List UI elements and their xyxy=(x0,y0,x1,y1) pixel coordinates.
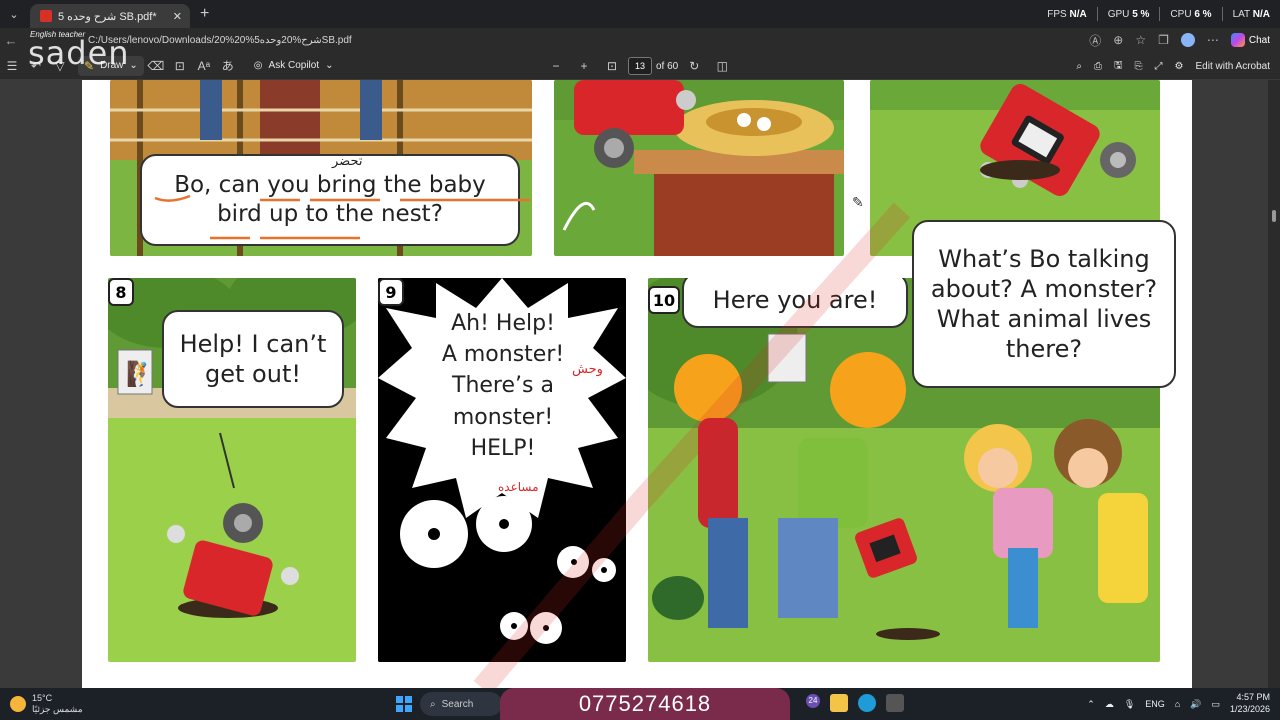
pen-icon: ✎ xyxy=(84,58,95,73)
copilot-chat-button[interactable]: Chat xyxy=(1230,33,1270,47)
panel-number-8: 8 xyxy=(108,278,134,306)
file-explorer-icon[interactable] xyxy=(830,694,848,712)
reader-icon[interactable]: Ⓐ xyxy=(1089,32,1101,49)
draw-button[interactable]: ✎ Draw ⌄ xyxy=(78,55,144,76)
edit-with-acrobat-button[interactable]: Edit with Acrobat xyxy=(1196,61,1270,72)
save-icon[interactable]: 🖫 xyxy=(1114,58,1123,75)
tab-list-dropdown-icon[interactable]: ⌄ xyxy=(0,0,28,28)
page-total: of 60 xyxy=(656,60,679,72)
fullscreen-icon[interactable]: ⤢ xyxy=(1155,61,1163,72)
search-icon: ⌕ xyxy=(430,698,436,710)
translate-icon[interactable]: あ xyxy=(216,57,240,74)
copilot-icon xyxy=(1230,33,1245,47)
chevron-down-icon: ⌄ xyxy=(325,60,334,71)
browser-tab-strip: ⌄ شرح وحده 5 SB.pdf* ✕ + FPS N/A GPU 5 %… xyxy=(0,0,1280,28)
collections-icon[interactable]: ❐ xyxy=(1158,33,1169,47)
print-icon[interactable]: ⎙ xyxy=(1094,61,1102,72)
avatar[interactable] xyxy=(1180,33,1195,47)
panel-number-9: 9 xyxy=(378,278,404,306)
taskbar-search[interactable]: ⌕ Search xyxy=(420,692,502,716)
onedrive-icon[interactable]: ☁ xyxy=(1105,699,1114,710)
pdf-viewport[interactable]: Bo, can you bring the baby bird up to th… xyxy=(0,80,1280,688)
battery-icon[interactable]: ▭ xyxy=(1211,699,1220,710)
windows-start-icon[interactable] xyxy=(396,696,412,712)
fit-page-icon[interactable]: ⊡ xyxy=(600,59,624,73)
pdf-icon xyxy=(40,10,52,22)
zoom-out-icon[interactable]: − xyxy=(544,59,568,73)
tray-chevron-icon[interactable]: ⌃ xyxy=(1087,699,1095,710)
pdf-page: Bo, can you bring the baby bird up to th… xyxy=(82,80,1192,688)
weather-text: مشمس جزئيًا xyxy=(32,704,83,714)
undo-icon[interactable]: ↶ xyxy=(24,59,48,73)
underline-marks xyxy=(154,194,530,240)
language-indicator[interactable]: ENG xyxy=(1145,699,1165,709)
settings-icon[interactable]: ⚙ xyxy=(1175,61,1184,72)
weather-sun-icon xyxy=(10,696,26,712)
svg-text:🧗: 🧗 xyxy=(126,360,156,388)
new-tab-icon[interactable]: + xyxy=(200,5,209,23)
rotate-icon[interactable]: ↻ xyxy=(682,59,706,73)
edge-icon[interactable] xyxy=(858,694,876,712)
arabic-note-monster: وحش xyxy=(572,362,603,377)
zoom-icon[interactable]: ⊕ xyxy=(1113,33,1123,47)
url-field[interactable]: C:/Users/lenovo/Downloads/20%شرح%20وحده5… xyxy=(88,35,352,46)
notification-badge-icon[interactable]: 24 xyxy=(806,694,820,708)
pen-cursor-icon: ✎ xyxy=(852,194,864,210)
comic-panel-7b xyxy=(554,80,844,256)
chevron-down-icon: ⌄ xyxy=(129,60,138,71)
page-number-input[interactable]: 13 xyxy=(628,57,652,75)
tab-title: شرح وحده 5 SB.pdf* xyxy=(58,10,157,23)
search-icon[interactable]: ⌕ xyxy=(1076,61,1082,72)
starburst-text: Ah! Help! A monster! There’s a monster! … xyxy=(441,311,565,461)
speech-bubble-here-you-are: Here you are! xyxy=(682,278,908,328)
contents-icon[interactable]: ☰ xyxy=(0,59,24,73)
panel-number-10: 10 xyxy=(648,286,680,314)
volume-icon[interactable]: 🔊 xyxy=(1190,699,1201,710)
network-icon[interactable]: ⌂ xyxy=(1175,699,1180,709)
temperature: 15°C xyxy=(32,693,53,704)
system-tray: ⌃ ☁ 🎙 ENG ⌂ 🔊 ▭ 4:57 PM 1/23/2026 xyxy=(1087,688,1270,720)
save-as-icon[interactable]: ⎘ xyxy=(1135,61,1143,72)
clock[interactable]: 4:57 PM 1/23/2026 xyxy=(1230,692,1270,715)
favorite-icon[interactable]: ☆ xyxy=(1135,33,1146,47)
weather-widget[interactable]: 15°C مشمس جزئيًا xyxy=(10,693,83,715)
comic-panel-7: Bo, can you bring the baby bird up to th… xyxy=(110,80,532,256)
comic-panel-9: Ah! Help! A monster! There’s a monster! … xyxy=(378,278,626,662)
erase-icon[interactable]: ⌫ xyxy=(144,59,168,73)
windows-taskbar: 15°C مشمس جزئيًا ⌕ Search 0775274618 24 … xyxy=(0,688,1280,720)
speech-bubble-help-cant-get-out: Help! I can’t get out! xyxy=(162,310,344,408)
zoom-in-icon[interactable]: + xyxy=(572,59,596,73)
read-aloud-icon[interactable]: Aᵃ xyxy=(192,59,216,73)
page-view-icon[interactable]: ◫ xyxy=(710,59,734,73)
ask-copilot-button[interactable]: ◎ Ask Copilot ⌄ xyxy=(254,60,334,71)
arabic-note-help: مساعده xyxy=(498,480,539,494)
mic-icon[interactable]: 🎙 xyxy=(1124,699,1135,710)
tab-pdf[interactable]: شرح وحده 5 SB.pdf* ✕ xyxy=(30,4,190,28)
address-bar: ← C:/Users/lenovo/Downloads/20%شرح%20وحد… xyxy=(0,28,1280,52)
pdf-toolbar: ☰ ↶ ▽ ✎ Draw ⌄ ⌫ ⊡ Aᵃ あ ◎ Ask Copilot ⌄ … xyxy=(0,52,1280,80)
scroll-thumb[interactable] xyxy=(1272,210,1276,222)
more-icon[interactable]: ⋯ xyxy=(1207,33,1219,47)
comic-panel-8: 🧗 Help! I can’t get out! 8 xyxy=(108,278,356,662)
vertical-scrollbar[interactable] xyxy=(1268,80,1280,688)
speech-bubble-what-animal: What’s Bo talking about? A monster? What… xyxy=(912,220,1176,388)
panel-nest-illustration xyxy=(554,80,844,256)
highlight-icon[interactable]: ▽ xyxy=(48,59,72,73)
text-box-icon[interactable]: ⊡ xyxy=(168,59,192,73)
phone-number-banner: 0775274618 xyxy=(500,688,790,720)
app-window-icon[interactable] xyxy=(886,694,904,712)
performance-overlay: FPS N/A GPU 5 % CPU 6 % LAT N/A xyxy=(1047,7,1270,21)
copilot-small-icon: ◎ xyxy=(253,60,263,71)
back-icon[interactable]: ← xyxy=(0,33,22,48)
close-tab-icon[interactable]: ✕ xyxy=(173,10,182,23)
